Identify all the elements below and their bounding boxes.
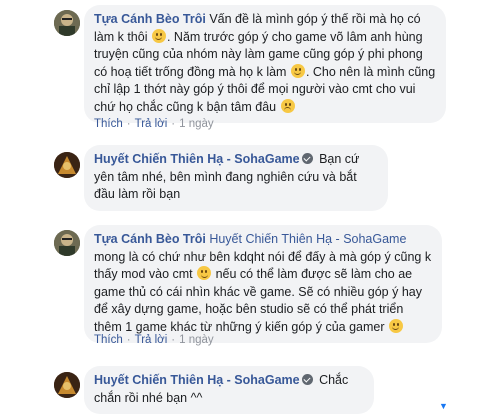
laugh-emoji-icon	[197, 266, 212, 280]
comment-time[interactable]: 1 ngày	[179, 118, 214, 130]
frown-emoji-icon	[280, 98, 295, 113]
grin-sweat-emoji-icon	[290, 63, 305, 78]
reply-link[interactable]: Trả lời	[135, 118, 168, 130]
comment-actions: Thích · Trả lời · 1 ngày	[94, 118, 214, 130]
smile-emoji-icon	[388, 318, 403, 333]
like-link[interactable]: Thích	[94, 118, 123, 130]
comment-bubble: Tựa Cánh Bèo Trôi Vấn đề là mình góp ý t…	[84, 5, 446, 123]
comment-bubble: Tựa Cánh Bèo Trôi Huyết Chiến Thiên Hạ -…	[84, 225, 442, 343]
scroll-down-arrow-icon[interactable]: ▼	[439, 402, 449, 411]
comment-author[interactable]: Tựa Cánh Bèo Trôi	[94, 232, 206, 246]
avatar[interactable]	[54, 230, 80, 256]
avatar[interactable]	[54, 372, 80, 398]
smirk-emoji-icon	[151, 28, 166, 43]
avatar[interactable]	[54, 10, 80, 36]
page-avatar-image	[54, 372, 80, 398]
comment-bubble: Huyết Chiến Thiên Hạ - SohaGame Bạn cứ y…	[84, 145, 388, 211]
comment-bubble: Huyết Chiến Thiên Hạ - SohaGame Chắc chắ…	[84, 366, 374, 414]
comment-author[interactable]: Huyết Chiến Thiên Hạ - SohaGame	[94, 373, 300, 387]
comment-actions: Thích · Trả lời · 1 ngày	[94, 334, 214, 346]
like-link[interactable]: Thích	[94, 334, 123, 346]
comment-author[interactable]: Tựa Cánh Bèo Trôi	[94, 12, 206, 26]
page-avatar-image	[54, 152, 80, 178]
mention-link[interactable]: Huyết Chiến Thiên Hạ - SohaGame	[209, 232, 406, 246]
comment-time[interactable]: 1 ngày	[179, 334, 214, 346]
verified-badge-icon	[301, 153, 313, 164]
avatar[interactable]	[54, 152, 80, 178]
user-avatar-image	[54, 230, 80, 256]
reply-link[interactable]: Trả lời	[135, 334, 168, 346]
comment-author[interactable]: Huyết Chiến Thiên Hạ - SohaGame	[94, 152, 300, 166]
user-avatar-image	[54, 10, 80, 36]
verified-badge-icon	[301, 374, 313, 385]
